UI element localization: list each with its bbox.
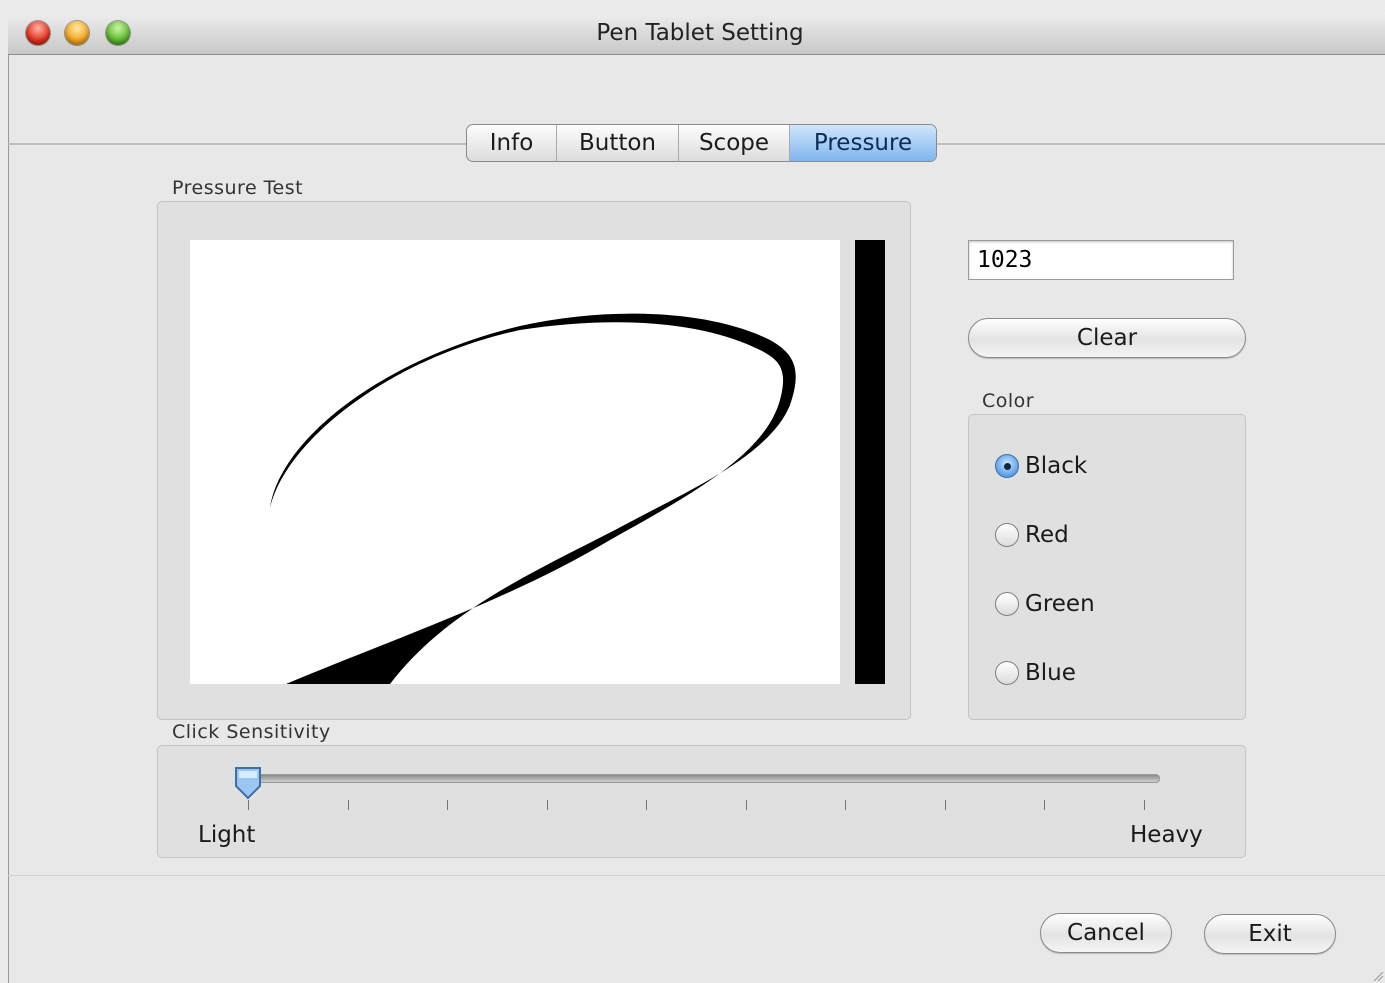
pressure-meter-fill (855, 240, 885, 684)
slider-tick (646, 800, 647, 810)
slider-tick (845, 800, 846, 810)
slider-min-label: Light (198, 822, 256, 848)
drawing-canvas[interactable] (190, 240, 840, 684)
pressure-value-field[interactable] (968, 240, 1234, 280)
sensitivity-slider-thumb[interactable] (234, 766, 262, 800)
color-option-red[interactable]: Red (995, 515, 1095, 555)
cancel-button[interactable]: Cancel (1040, 913, 1172, 953)
radio-green-label: Green (1025, 591, 1095, 617)
pen-stroke-drawing (270, 313, 796, 684)
window-title: Pen Tablet Setting (596, 20, 804, 46)
radio-black-label: Black (1025, 453, 1088, 479)
slider-tick (945, 800, 946, 810)
tab-button[interactable]: Button (557, 125, 679, 161)
exit-button[interactable]: Exit (1204, 914, 1336, 954)
click-sensitivity-label: Click Sensitivity (172, 721, 331, 743)
footer-divider (8, 875, 1385, 876)
radio-green[interactable] (995, 592, 1019, 616)
radio-black[interactable] (995, 454, 1019, 478)
resize-grip-icon[interactable] (1372, 970, 1384, 982)
slider-tick (248, 800, 249, 810)
slider-tick (547, 800, 548, 810)
color-option-blue[interactable]: Blue (995, 653, 1095, 693)
color-option-black[interactable]: Black (995, 446, 1095, 486)
tab-pressure[interactable]: Pressure (790, 125, 936, 161)
radio-red-label: Red (1025, 522, 1069, 548)
pressure-test-label: Pressure Test (172, 177, 304, 199)
radio-blue-label: Blue (1025, 660, 1076, 686)
radio-blue[interactable] (995, 661, 1019, 685)
tab-scope[interactable]: Scope (679, 125, 790, 161)
click-sensitivity-group (157, 745, 1246, 858)
slider-tick (348, 800, 349, 810)
radio-red[interactable] (995, 523, 1019, 547)
tab-info[interactable]: Info (467, 125, 557, 161)
color-option-green[interactable]: Green (995, 584, 1095, 624)
clear-button[interactable]: Clear (968, 318, 1246, 358)
slider-tick (1044, 800, 1045, 810)
color-radio-group: Black Red Green Blue (995, 446, 1095, 693)
pen-stroke (270, 313, 796, 684)
color-group-label: Color (982, 390, 1035, 412)
slider-max-label: Heavy (1130, 822, 1203, 848)
slider-tick (447, 800, 448, 810)
slider-tick (746, 800, 747, 810)
tab-bar: Info Button Scope Pressure (466, 124, 937, 162)
sensitivity-slider-track[interactable] (248, 774, 1160, 783)
slider-tick (1144, 800, 1145, 810)
